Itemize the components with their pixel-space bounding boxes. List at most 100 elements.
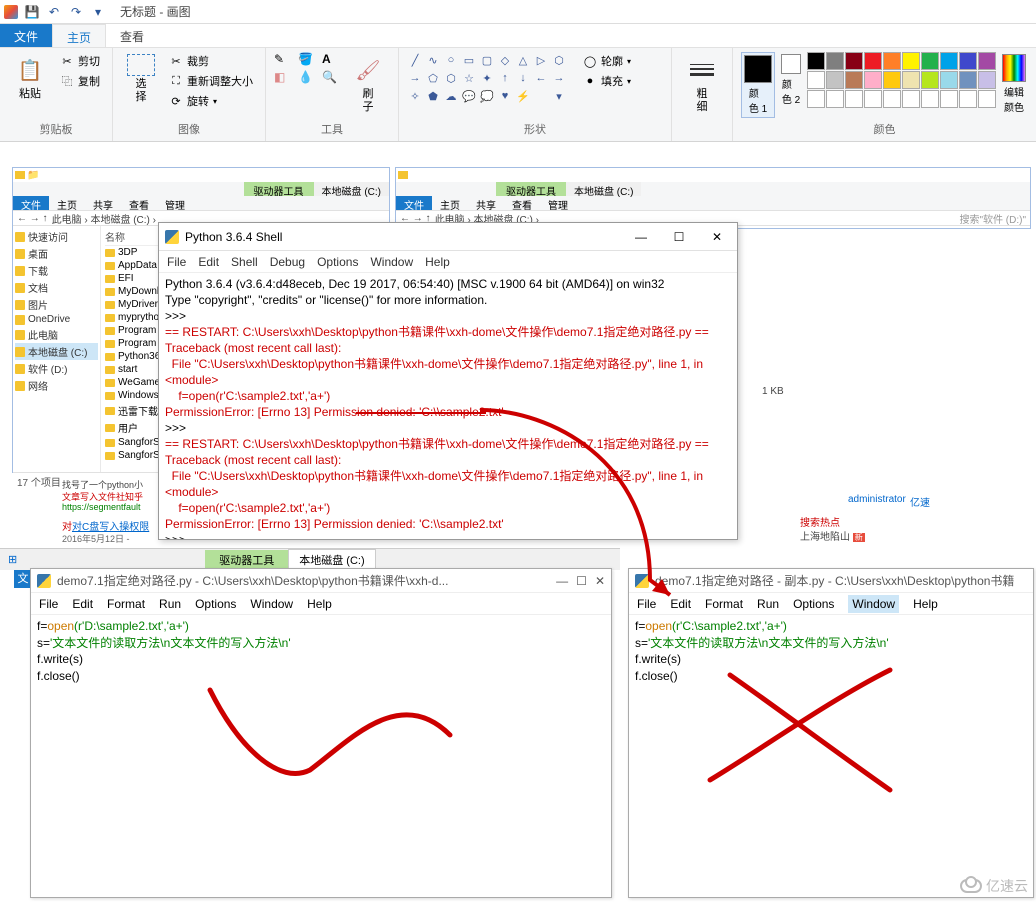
color-swatch[interactable] xyxy=(902,52,920,70)
save-icon[interactable]: 💾 xyxy=(24,4,40,20)
menu-item[interactable]: Window xyxy=(370,255,413,269)
admin-link[interactable]: administrator xyxy=(848,494,906,505)
explorer-tab[interactable]: 查看 xyxy=(121,196,157,210)
explorer-tab[interactable]: 共享 xyxy=(85,196,121,210)
color-swatch[interactable] xyxy=(978,52,996,70)
color-swatch[interactable] xyxy=(940,90,958,108)
explorer-tab[interactable]: 主页 xyxy=(49,196,85,210)
shell-output[interactable]: Python 3.6.4 (v3.6.4:d48eceb, Dec 19 201… xyxy=(159,273,737,539)
speed-link[interactable]: 亿速 xyxy=(910,494,930,509)
color-swatch[interactable] xyxy=(883,90,901,108)
copy-button[interactable]: ⿻复制 xyxy=(56,72,104,90)
explorer-tab[interactable]: 管理 xyxy=(540,196,576,210)
color-swatch[interactable] xyxy=(826,90,844,108)
nav-item[interactable]: 软件 (D:) xyxy=(15,360,98,377)
color-swatch[interactable] xyxy=(864,52,882,70)
menu-item[interactable]: Help xyxy=(913,597,938,611)
explorer-tab[interactable]: 查看 xyxy=(504,196,540,210)
menu-item[interactable]: Debug xyxy=(270,255,305,269)
magnifier-icon[interactable]: 🔍 xyxy=(322,70,342,84)
color-swatch[interactable] xyxy=(845,90,863,108)
redo-icon[interactable]: ↷ xyxy=(68,4,84,20)
color-swatch[interactable] xyxy=(845,52,863,70)
menu-item[interactable]: Edit xyxy=(670,597,691,611)
idle-code[interactable]: f=open(r'C:\sample2.txt','a+') s='文本文件的读… xyxy=(629,615,1033,689)
tab-view[interactable]: 查看 xyxy=(106,24,158,47)
tab-home[interactable]: 主页 xyxy=(52,24,106,47)
menu-item[interactable]: Edit xyxy=(198,255,219,269)
explorer-tab[interactable]: 文件 xyxy=(396,196,432,210)
menu-item[interactable]: File xyxy=(39,597,58,611)
menu-item[interactable]: Options xyxy=(195,597,236,611)
select-button[interactable]: 选 择 xyxy=(121,52,161,106)
picker-icon[interactable]: 💧 xyxy=(298,70,318,84)
rotate-button[interactable]: ⟳旋转▾ xyxy=(165,92,257,110)
color-swatch[interactable] xyxy=(959,71,977,89)
contextual-tab[interactable]: 驱动器工具 xyxy=(244,182,314,196)
outline-button[interactable]: ◯轮廓▾ xyxy=(579,52,635,70)
thickness-button[interactable]: 粗 细 xyxy=(680,52,724,116)
color-swatch[interactable] xyxy=(826,71,844,89)
menu-item[interactable]: Window xyxy=(848,595,899,613)
color1-button[interactable]: 颜 色 1 xyxy=(741,52,775,118)
color-swatch[interactable] xyxy=(807,52,825,70)
hot-item[interactable]: 上海地陷山 新 xyxy=(800,528,865,543)
color-swatch[interactable] xyxy=(883,71,901,89)
maximize-button[interactable]: ☐ xyxy=(665,227,693,247)
nav-item[interactable]: 文档 xyxy=(15,279,98,296)
shapes-gallery[interactable]: ╱∿○▭▢◇△▷⬡ →⬠⬡☆✦↑↓←→ ✧⬟☁💬💭♥⚡▾ xyxy=(407,52,567,104)
idle-code[interactable]: f=open(r'D:\sample2.txt','a+') s='文本文件的读… xyxy=(31,615,611,689)
nav-item[interactable]: OneDrive xyxy=(15,313,98,326)
minimize-button[interactable]: — xyxy=(627,227,655,247)
menu-item[interactable]: Edit xyxy=(72,597,93,611)
nav-item[interactable]: 此电脑 xyxy=(15,326,98,343)
tab-file[interactable]: 文件 xyxy=(0,24,52,47)
color-swatch[interactable] xyxy=(959,90,977,108)
minimize-button[interactable]: — xyxy=(556,574,568,588)
color-swatch[interactable] xyxy=(807,90,825,108)
crop-button[interactable]: ✂裁剪 xyxy=(165,52,257,70)
color2-button[interactable]: 颜 色 2 xyxy=(779,52,803,108)
explorer-tab[interactable]: 管理 xyxy=(157,196,193,210)
color-swatch[interactable] xyxy=(940,71,958,89)
explorer-tab[interactable]: 主页 xyxy=(432,196,468,210)
color-swatch[interactable] xyxy=(940,52,958,70)
qat-dropdown-icon[interactable]: ▾ xyxy=(90,4,106,20)
maximize-button[interactable]: ☐ xyxy=(576,574,587,588)
start-icon[interactable]: ⊞ xyxy=(0,551,25,568)
explorer-tab[interactable]: 共享 xyxy=(468,196,504,210)
nav-item[interactable]: 下载 xyxy=(15,262,98,279)
menu-item[interactable]: Options xyxy=(793,597,834,611)
close-button[interactable]: ✕ xyxy=(703,227,731,247)
close-button[interactable]: ✕ xyxy=(595,574,605,588)
fill-button[interactable]: ●填充▾ xyxy=(579,72,635,90)
menu-item[interactable]: File xyxy=(637,597,656,611)
nav-item[interactable]: 网络 xyxy=(15,377,98,394)
cut-button[interactable]: ✂剪切 xyxy=(56,52,104,70)
nav-item[interactable]: 快速访问 xyxy=(15,228,98,245)
nav-item[interactable]: 图片 xyxy=(15,296,98,313)
menu-item[interactable]: Help xyxy=(307,597,332,611)
color-swatch[interactable] xyxy=(807,71,825,89)
menu-item[interactable]: File xyxy=(167,255,186,269)
menu-item[interactable]: Window xyxy=(250,597,293,611)
eraser-icon[interactable]: ◧ xyxy=(274,70,294,84)
color-swatch[interactable] xyxy=(959,52,977,70)
undo-icon[interactable]: ↶ xyxy=(46,4,62,20)
search-input[interactable]: 搜索"软件 (D:)" xyxy=(959,211,1026,226)
brush-button[interactable]: 🖌 刷 子 xyxy=(346,52,390,116)
nav-item[interactable]: 桌面 xyxy=(15,245,98,262)
bucket-icon[interactable]: 🪣 xyxy=(298,52,318,66)
color-swatch[interactable] xyxy=(978,71,996,89)
menu-item[interactable]: Format xyxy=(705,597,743,611)
menu-item[interactable]: Run xyxy=(757,597,779,611)
edit-colors-button[interactable]: 编辑 颜色 xyxy=(1000,52,1028,116)
color-swatch[interactable] xyxy=(978,90,996,108)
color-swatch[interactable] xyxy=(826,52,844,70)
text-icon[interactable]: A xyxy=(322,52,342,66)
menu-item[interactable]: Run xyxy=(159,597,181,611)
nav-item[interactable]: 本地磁盘 (C:) xyxy=(15,343,98,360)
color-swatch[interactable] xyxy=(902,90,920,108)
color-swatch[interactable] xyxy=(921,52,939,70)
color-swatch[interactable] xyxy=(864,71,882,89)
